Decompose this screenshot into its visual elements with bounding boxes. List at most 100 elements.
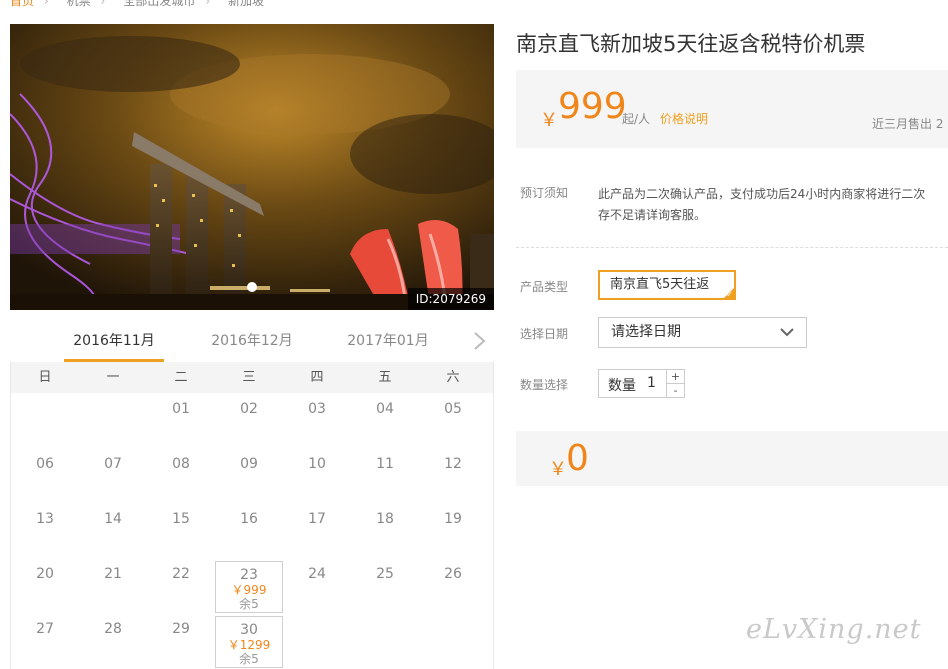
product-type-option[interactable]: 南京直飞5天往返 ✓: [598, 270, 736, 300]
calendar-day-number: 05: [444, 401, 462, 417]
calendar-day: 11: [351, 448, 419, 503]
divider: [516, 247, 948, 248]
calendar-day: 14: [79, 503, 147, 558]
calendar-day-available[interactable]: 23 ￥999 余5: [215, 561, 283, 613]
quantity-value[interactable]: 1: [647, 375, 656, 391]
calendar-day-number: 18: [376, 511, 394, 527]
breadcrumb-separator: ›: [100, 0, 106, 8]
calendar-day-number: 22: [172, 566, 190, 582]
calendar-day: [351, 613, 419, 668]
breadcrumb-home[interactable]: 首页: [10, 0, 34, 9]
singapore-night-photo: [10, 24, 494, 310]
quantity-minus-button[interactable]: -: [666, 384, 684, 398]
calendar-day-stock: 余5: [239, 597, 259, 611]
calendar-month-tabs: 2016年11月 2016年12月 2017年01月: [10, 320, 494, 362]
calendar-day-number: 11: [376, 456, 394, 472]
price-unit: 起/人: [622, 112, 651, 126]
calendar-day-number: 20: [36, 566, 54, 582]
breadcrumb-flights[interactable]: 机票: [67, 0, 91, 9]
calendar-day-number: 06: [36, 456, 54, 472]
booking-notice-line: 此产品为二次确认产品，支付成功后24小时内商家将进行二次: [598, 187, 926, 201]
watermark: eLvXing.net: [746, 614, 922, 645]
calendar-day: 22: [147, 558, 215, 613]
quantity-inner-label: 数量: [608, 378, 636, 394]
date-select[interactable]: 请选择日期: [598, 317, 807, 348]
chevron-right-icon[interactable]: [470, 330, 488, 352]
calendar-day: 15: [147, 503, 215, 558]
chevron-down-icon: [780, 328, 794, 337]
carousel-dot[interactable]: [247, 282, 257, 292]
booking-notice-label: 预订须知: [520, 186, 569, 200]
calendar-day-number: 07: [104, 456, 122, 472]
calendar-day-number: 17: [308, 511, 326, 527]
quantity-plus-button[interactable]: +: [666, 370, 684, 384]
calendar-day-price: ￥1299: [227, 638, 271, 652]
calendar-day: 06: [11, 448, 79, 503]
calendar-day-number: 19: [444, 511, 462, 527]
product-type-label: 产品类型: [520, 280, 569, 294]
calendar-day: [11, 393, 79, 448]
quantity-stepper: 数量 1 + -: [598, 369, 685, 398]
tab-month-3[interactable]: 2017年01月: [338, 320, 438, 362]
weekday-header: 二: [174, 370, 188, 385]
product-type-option-label: 南京直飞5天往返: [610, 277, 710, 292]
weekday-header: 四: [310, 370, 324, 385]
calendar-day: 05: [419, 393, 487, 448]
calendar-day: [283, 613, 351, 668]
calendar-day-number: 28: [104, 621, 122, 637]
calendar-day-number: 09: [240, 456, 258, 472]
total-price-box: ￥ 0: [516, 431, 948, 486]
calendar-week-row: 06 07 08 09 10 11 12: [11, 448, 493, 503]
calendar-day: 25: [351, 558, 419, 613]
date-label: 选择日期: [520, 327, 569, 341]
calendar-day: 21: [79, 558, 147, 613]
calendar-day: 20: [11, 558, 79, 613]
calendar-day-number: 15: [172, 511, 190, 527]
price-explain-link[interactable]: 价格说明: [660, 110, 708, 127]
calendar-day: 04: [351, 393, 419, 448]
quantity-label: 数量选择: [520, 378, 569, 392]
calendar-day-price: ￥999: [231, 583, 267, 597]
calendar-day-number: 16: [240, 511, 258, 527]
calendar-day: [419, 613, 487, 668]
calendar-day-number: 26: [444, 566, 462, 582]
weekday-header: 三: [242, 370, 256, 385]
calendar-day: 12: [419, 448, 487, 503]
calendar-weekday-header: 日一二三四五六: [11, 362, 493, 393]
calendar-day: 08: [147, 448, 215, 503]
calendar-day: 19: [419, 503, 487, 558]
calendar-day: 17: [283, 503, 351, 558]
calendar-body: 01 02 03 04 05 06 07 08 09 10 11 12 13 14 15 16 17 18 19 20…: [11, 393, 493, 668]
calendar-week-row: 20 21 22 23 ￥999 余5 24 25 26: [11, 558, 493, 613]
calendar-day: 18: [351, 503, 419, 558]
breadcrumb-separator: ›: [44, 0, 49, 8]
calendar-day-number: 14: [104, 511, 122, 527]
total-currency: ￥: [549, 459, 567, 480]
calendar-day: 28: [79, 613, 147, 668]
breadcrumb-destination[interactable]: 新加坡: [228, 0, 264, 9]
product-photo[interactable]: ID:2079269: [10, 24, 494, 310]
calendar-day-number: 03: [308, 401, 326, 417]
calendar-week-row: 01 02 03 04 05: [11, 393, 493, 448]
calendar-day-number: 02: [240, 401, 258, 417]
calendar-day-available[interactable]: 30 ￥1299 余5: [215, 616, 283, 668]
tab-month-2[interactable]: 2016年12月: [202, 320, 302, 362]
calendar-day-number: 23: [240, 567, 258, 583]
calendar-day: 16: [215, 503, 283, 558]
calendar-day-stock: 余5: [239, 652, 259, 666]
calendar-day-number: 24: [308, 566, 326, 582]
breadcrumb-separator: ›: [205, 0, 211, 8]
tab-month-1[interactable]: 2016年11月: [64, 320, 164, 362]
calendar-day: 09: [215, 448, 283, 503]
calendar-day-number: 25: [376, 566, 394, 582]
calendar-day-number: 01: [172, 401, 190, 417]
price-amount: 999: [558, 86, 627, 127]
breadcrumb-departure[interactable]: 全部出发城市: [123, 0, 195, 9]
calendar-day-number: 08: [172, 456, 190, 472]
breadcrumb: 首页 › 机票 › 全部出发城市 › 新加坡: [10, 0, 270, 9]
calendar-day-number: 12: [444, 456, 462, 472]
weekday-header: 日: [38, 370, 52, 385]
calendar-day: [79, 393, 147, 448]
sold-count: 近三月售出 2: [872, 117, 944, 131]
calendar-day: 01: [147, 393, 215, 448]
